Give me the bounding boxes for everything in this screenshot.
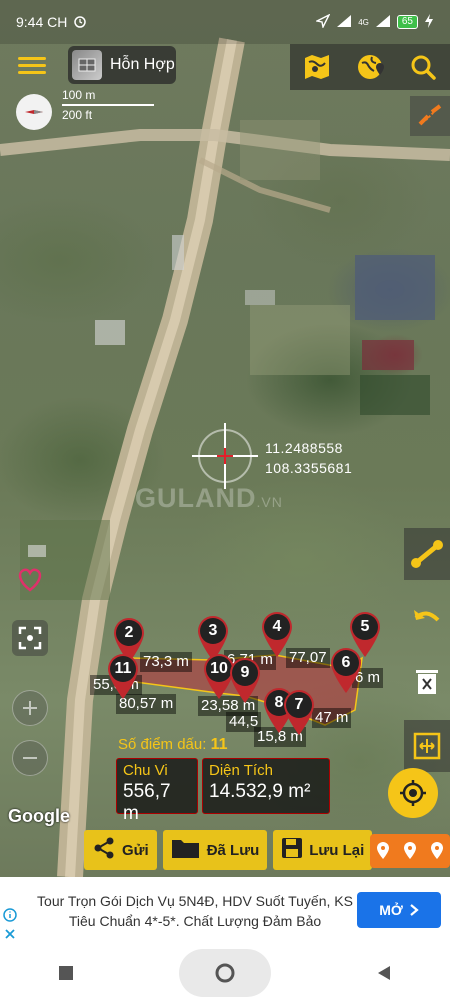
alarm-icon <box>73 14 87 31</box>
longitude: 108.3355681 <box>265 460 353 476</box>
marker-label: 3 <box>200 618 226 644</box>
recents-button[interactable] <box>46 953 86 993</box>
my-location-button[interactable] <box>388 768 438 818</box>
pin-icon <box>430 842 443 859</box>
favorite-icon[interactable] <box>16 566 44 592</box>
battery-indicator: 65 <box>396 15 418 29</box>
status-bar: 9:44 CH 4G 65 <box>0 0 450 44</box>
delete-icon[interactable] <box>404 656 450 708</box>
compass-icon[interactable] <box>16 94 52 130</box>
share-icon <box>92 836 116 864</box>
triangle-back-icon <box>377 965 390 980</box>
segment-length: 47 m <box>312 708 352 728</box>
ad-banner[interactable]: Tour Trọn Gói Dịch Vụ 5N4Đ, HDV Suốt Tuy… <box>0 877 450 945</box>
screenshot-focus-icon[interactable] <box>12 620 48 656</box>
area-value: 14.532,9 m² <box>209 781 311 802</box>
right-toolbar <box>404 528 450 784</box>
marker-label: 11 <box>110 656 136 682</box>
area-label: Diện Tích <box>209 762 273 779</box>
signal-icon <box>336 14 352 31</box>
left-toolbar <box>12 620 48 776</box>
home-button[interactable] <box>178 948 271 997</box>
back-button[interactable] <box>364 953 404 993</box>
ad-text: Tour Trọn Gói Dịch Vụ 5N4Đ, HDV Suốt Tuy… <box>37 893 353 929</box>
folder-icon <box>171 837 201 863</box>
top-toolbar: Hỗn Hợp <box>0 44 450 90</box>
map-type-button[interactable]: Hỗn Hợp <box>68 46 176 84</box>
marker-label: 4 <box>264 614 290 640</box>
clock: 9:44 CH <box>16 14 68 30</box>
watermark-suffix: .VN <box>256 494 283 510</box>
map-scale: 100 m 200 ft <box>62 88 154 122</box>
perimeter-box: Chu Vi 556,7 m <box>116 758 198 824</box>
points-value: 11 <box>210 736 228 753</box>
action-bar: Gửi Đã Lưu Lưu Lại <box>84 830 373 870</box>
markers-button[interactable] <box>370 834 450 868</box>
floppy-icon <box>281 837 303 863</box>
perimeter-label: Chu Vi <box>123 762 168 779</box>
marker-label: 2 <box>116 620 142 646</box>
measurement-stats: Chu Vi 556,7 m Diện Tích 14.532,9 m² <box>116 758 332 824</box>
survey-marker[interactable]: 7 <box>282 688 316 736</box>
layers-icon <box>72 50 102 80</box>
menu-icon[interactable] <box>18 53 46 77</box>
coordinates-readout: 11.2488558 108.3355681 <box>265 438 352 478</box>
google-logo: Google <box>8 806 70 826</box>
latitude: 11.2488558 <box>265 440 343 456</box>
scale-imperial: 200 ft <box>62 108 93 122</box>
fit-bounds-icon[interactable] <box>404 720 450 772</box>
zoom-in-icon[interactable] <box>12 690 48 726</box>
survey-marker[interactable]: 9 <box>228 656 262 704</box>
square-icon <box>59 965 74 980</box>
pin-icon <box>377 842 390 859</box>
charging-icon <box>424 13 434 31</box>
measure-tool-button[interactable] <box>410 96 450 136</box>
map-type-label: Hỗn Hợp <box>110 56 175 73</box>
ad-close-icon[interactable] <box>3 927 17 941</box>
zoom-out-icon[interactable] <box>12 740 48 776</box>
circle-icon <box>215 963 235 982</box>
marker-label: 7 <box>286 692 312 718</box>
ad-open-button[interactable]: MỞ <box>357 892 441 928</box>
save-label: Lưu Lại <box>309 841 365 859</box>
ad-open-label: MỞ <box>379 902 403 918</box>
points-count: Số điểm dấu: 11 <box>118 736 227 754</box>
marker-label: 9 <box>232 660 258 686</box>
ad-info-icon[interactable] <box>3 908 17 922</box>
search-icon[interactable] <box>406 50 440 84</box>
signal-icon <box>375 14 391 31</box>
saved-button[interactable]: Đã Lưu <box>162 830 268 870</box>
marker-label: 5 <box>352 614 378 640</box>
send-button[interactable]: Gửi <box>84 830 157 870</box>
system-nav-bar <box>0 945 450 1000</box>
survey-marker[interactable]: 4 <box>260 610 294 658</box>
pin-icon <box>403 842 416 859</box>
segment-length: 73,3 m <box>140 652 192 672</box>
crosshair-icon <box>192 423 258 489</box>
saved-label: Đã Lưu <box>206 841 260 859</box>
points-label: Số điểm dấu: <box>118 736 207 753</box>
survey-marker[interactable]: 5 <box>348 610 382 658</box>
draw-line-icon[interactable] <box>404 528 450 580</box>
top-right-tools <box>290 44 450 90</box>
network-type: 4G <box>358 17 369 27</box>
map-icon[interactable] <box>300 50 334 84</box>
chevron-right-icon <box>410 904 419 916</box>
survey-marker[interactable]: 11 <box>106 652 140 700</box>
send-label: Gửi <box>122 841 149 859</box>
globe-pin-icon[interactable] <box>353 50 387 84</box>
area-box: Diện Tích 14.532,9 m² <box>202 758 330 814</box>
location-icon <box>315 12 331 31</box>
undo-icon[interactable] <box>404 592 450 644</box>
scale-metric: 100 m <box>62 88 96 102</box>
save-button[interactable]: Lưu Lại <box>273 830 373 870</box>
perimeter-value: 556,7 m <box>123 781 171 824</box>
